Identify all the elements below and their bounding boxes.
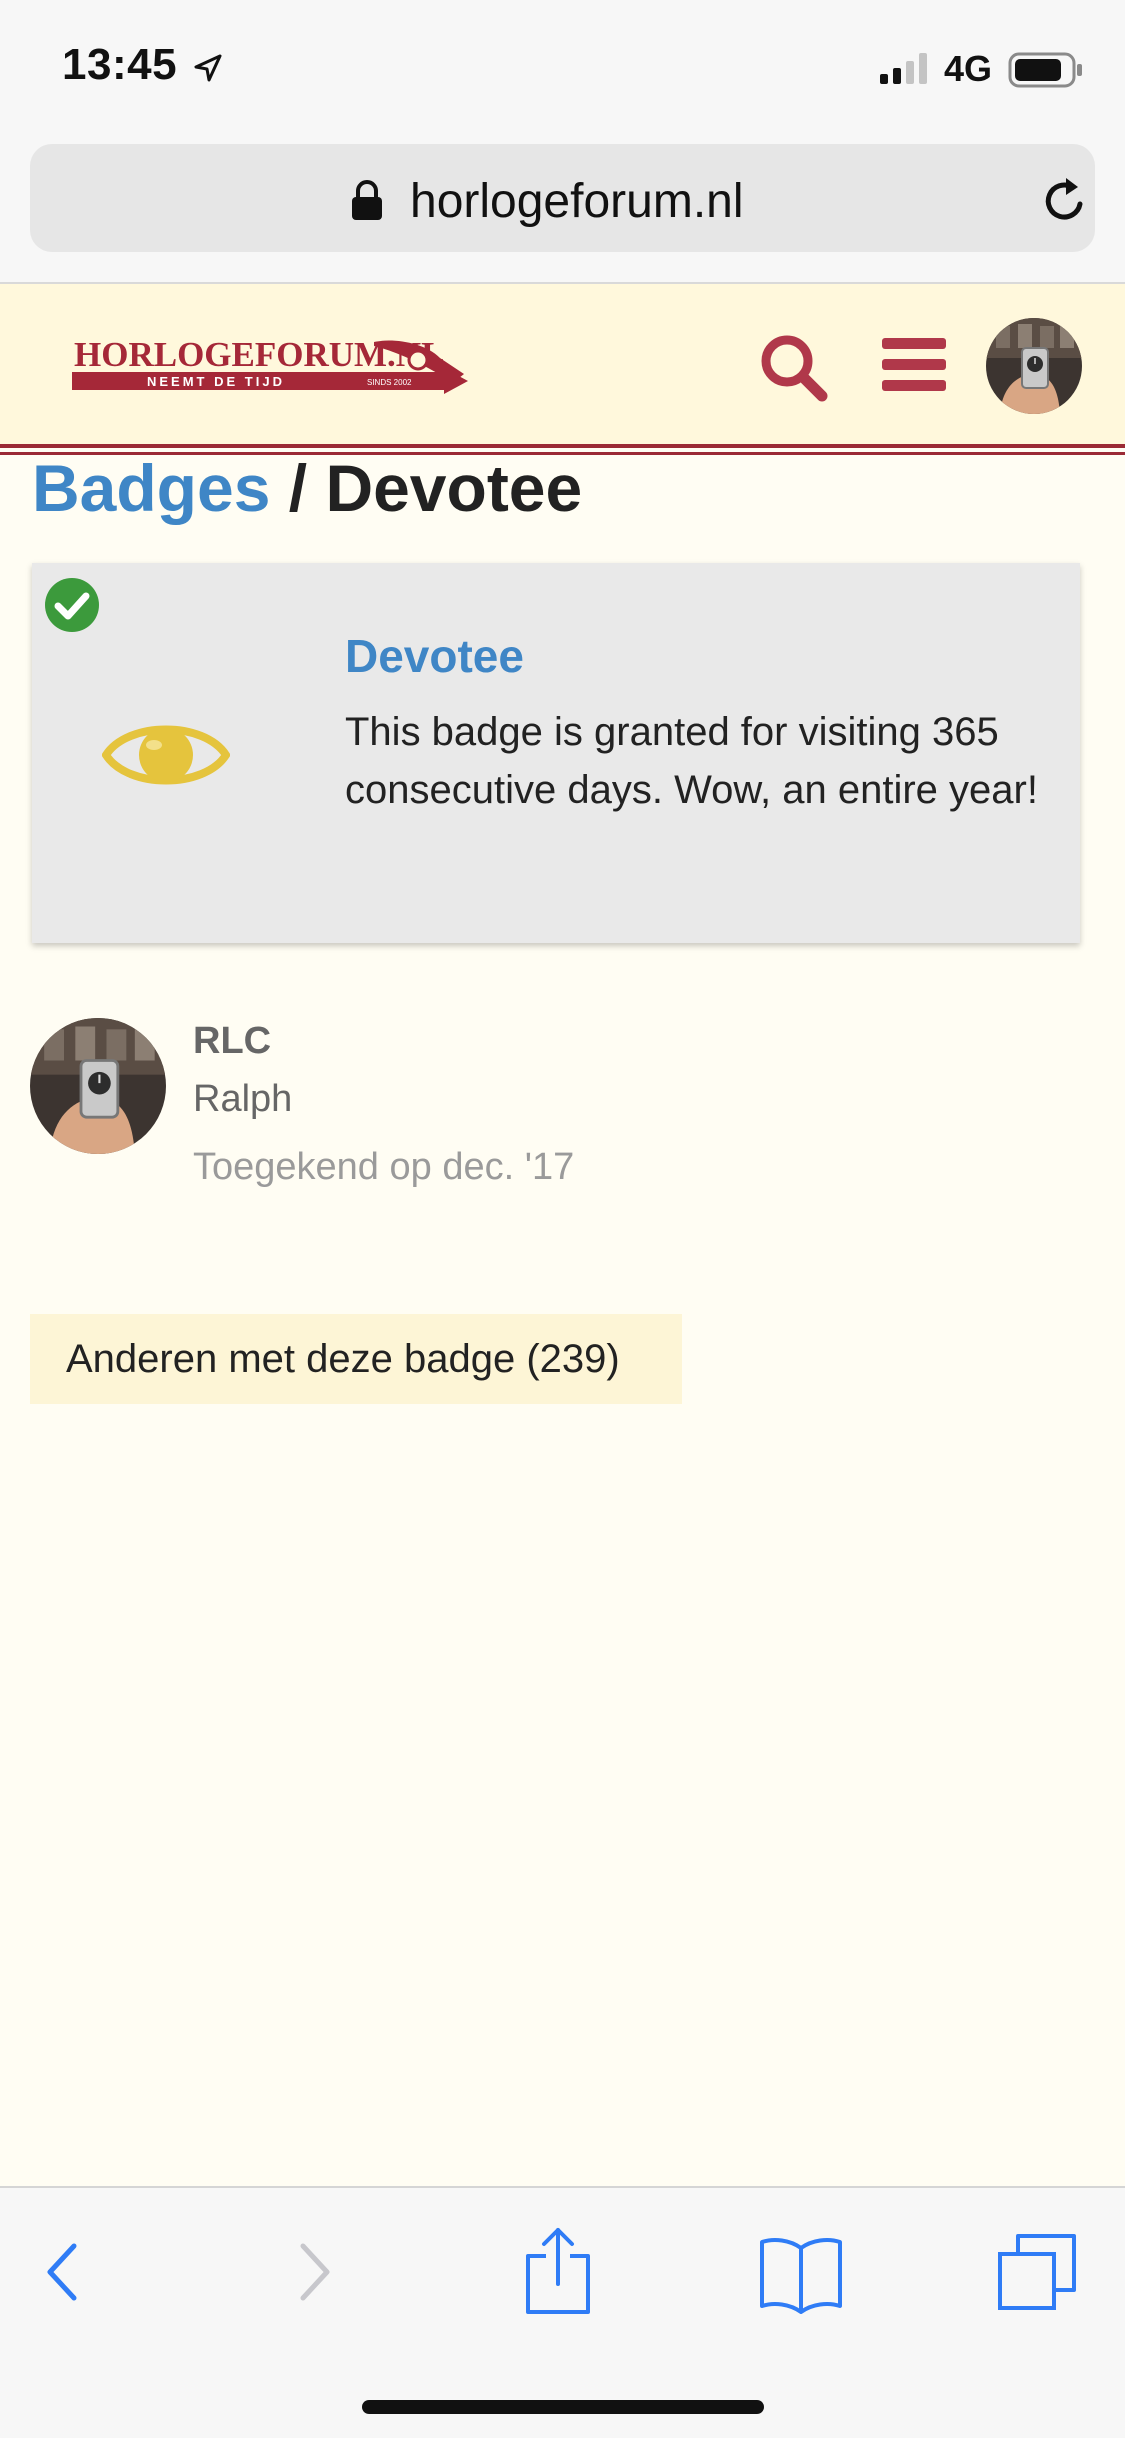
tabs-icon[interactable] (996, 2232, 1078, 2314)
site-logo[interactable]: HORLOGEFORUM.NL NEEMT DE TIJD SINDS 2002 (72, 332, 472, 404)
battery-icon (1008, 52, 1082, 88)
status-bar: 13:45 4G (0, 0, 1125, 138)
site-header: HORLOGEFORUM.NL NEEMT DE TIJD SINDS 2002 (0, 284, 1125, 444)
badge-description: This badge is granted for visiting 365 c… (345, 710, 1038, 812)
badge-card: Devotee This badge is granted for visiti… (32, 563, 1080, 943)
location-arrow-icon (194, 54, 222, 82)
logo-tagline: NEEMT DE TIJD (147, 374, 285, 389)
back-chevron-icon[interactable] (42, 2240, 82, 2304)
home-indicator (362, 2400, 764, 2414)
user-avatar[interactable] (30, 1018, 166, 1154)
user-full-name: Ralph (193, 1078, 293, 1120)
header-avatar[interactable] (986, 318, 1082, 414)
page-title: Badges / Devotee (32, 450, 582, 526)
lock-icon (352, 180, 382, 220)
share-icon[interactable] (520, 2226, 596, 2316)
granted-date[interactable]: Toegekend op dec. '17 (193, 1146, 574, 1189)
breadcrumb-badges-link[interactable]: Badges (32, 451, 270, 525)
browser-address-area: horlogeforum.nl (0, 138, 1125, 284)
forward-chevron-icon[interactable] (295, 2240, 335, 2304)
network-type: 4G (944, 48, 993, 89)
header-divider (0, 444, 1125, 448)
breadcrumb-current: Devotee (325, 451, 583, 525)
hamburger-menu-icon[interactable] (882, 336, 946, 394)
badge-name[interactable]: Devotee (345, 629, 524, 683)
bookmarks-icon[interactable] (756, 2234, 846, 2314)
logo-since: SINDS 2002 (367, 378, 412, 387)
reload-icon[interactable] (1040, 174, 1090, 226)
eye-icon (102, 725, 230, 785)
address-bar[interactable]: horlogeforum.nl (30, 144, 1095, 252)
granted-check-icon (45, 578, 99, 632)
status-time: 13:45 (62, 40, 178, 89)
search-icon[interactable] (758, 332, 830, 404)
user-handle[interactable]: RLC (193, 1020, 271, 1063)
url-text: horlogeforum.nl (410, 175, 744, 228)
others-with-badge-button[interactable]: Anderen met deze badge (239) (30, 1314, 682, 1404)
cellular-signal-icon (880, 53, 927, 84)
browser-toolbar (0, 2186, 1125, 2438)
breadcrumb-separator: / (270, 451, 326, 525)
